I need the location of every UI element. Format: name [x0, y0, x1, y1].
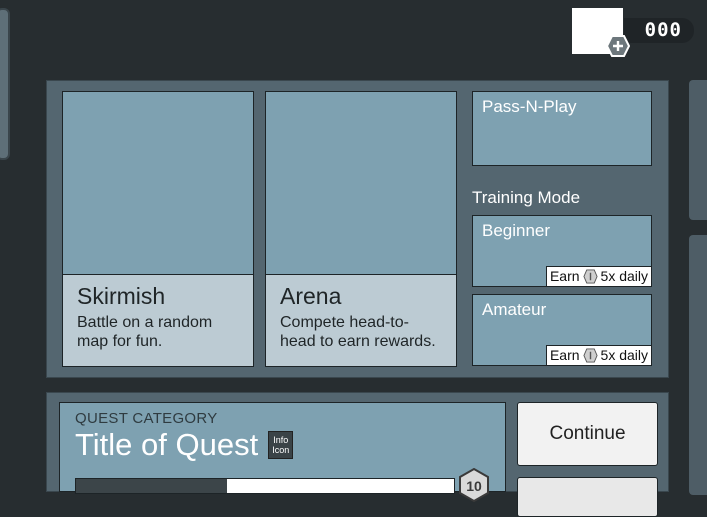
pass-n-play-title: Pass-N-Play — [482, 97, 577, 116]
level-hex-icon: 10 — [459, 468, 489, 502]
training-mode-label: Training Mode — [472, 188, 581, 207]
quest-card[interactable]: QUEST CATEGORY Title of Quest Info Icon … — [59, 402, 506, 502]
shield-coin-icon — [582, 269, 598, 284]
arena-title: Arena — [280, 283, 342, 309]
quest-progress-bar — [75, 478, 455, 494]
earn-badge: Earn 5x daily — [545, 266, 651, 286]
arena-art — [266, 92, 456, 274]
game-modes-panel: Skirmish Battle on a random map for fun.… — [46, 80, 669, 378]
skirmish-title: Skirmish — [77, 283, 166, 309]
skirmish-caption: Skirmish Battle on a random map for fun. — [63, 274, 253, 366]
quest-category: QUEST CATEGORY — [75, 410, 218, 427]
quest-panel: QUEST CATEGORY Title of Quest Info Icon … — [46, 392, 669, 517]
info-icon-line1: Info — [273, 435, 289, 445]
quest-progress-fill — [76, 479, 228, 493]
quest-title: Title of Quest — [75, 427, 259, 462]
quest-title-row: Title of Quest Info Icon — [75, 427, 490, 463]
skirmish-art — [63, 92, 253, 274]
pass-n-play-card[interactable]: Pass-N-Play — [472, 91, 652, 166]
skirmish-card[interactable]: Skirmish Battle on a random map for fun. — [62, 91, 254, 367]
side-panel-stub-top[interactable] — [689, 80, 707, 220]
arena-card[interactable]: Arena Compete head-to-head to earn rewar… — [265, 91, 457, 367]
plus-hex-icon[interactable] — [606, 35, 630, 57]
earn-prefix: Earn — [549, 347, 580, 363]
quest-level: 10 — [466, 478, 482, 494]
amateur-title: Amateur — [482, 300, 547, 319]
secondary-button[interactable] — [517, 477, 658, 517]
beginner-card[interactable]: Beginner Earn 5x daily — [472, 215, 652, 287]
currency-amount: 000 — [624, 18, 694, 43]
arena-caption: Arena Compete head-to-head to earn rewar… — [266, 274, 456, 366]
amateur-card[interactable]: Amateur Earn 5x daily — [472, 294, 652, 366]
earn-suffix: 5x daily — [600, 347, 648, 363]
continue-button[interactable]: Continue — [517, 402, 658, 466]
earn-prefix: Earn — [549, 268, 580, 284]
side-panel-stub-bottom[interactable] — [689, 235, 707, 495]
info-icon[interactable]: Info Icon — [268, 431, 294, 459]
shield-coin-icon — [582, 348, 598, 363]
info-icon-line2: Icon — [272, 445, 290, 455]
beginner-title: Beginner — [482, 221, 551, 240]
arena-description: Compete head-to-head to earn rewards. — [280, 314, 436, 350]
skirmish-description: Battle on a random map for fun. — [77, 314, 213, 350]
earn-badge: Earn 5x daily — [545, 345, 651, 365]
currency-display: 000 — [572, 8, 694, 57]
left-edge-tab[interactable] — [0, 8, 10, 160]
earn-suffix: 5x daily — [600, 268, 648, 284]
